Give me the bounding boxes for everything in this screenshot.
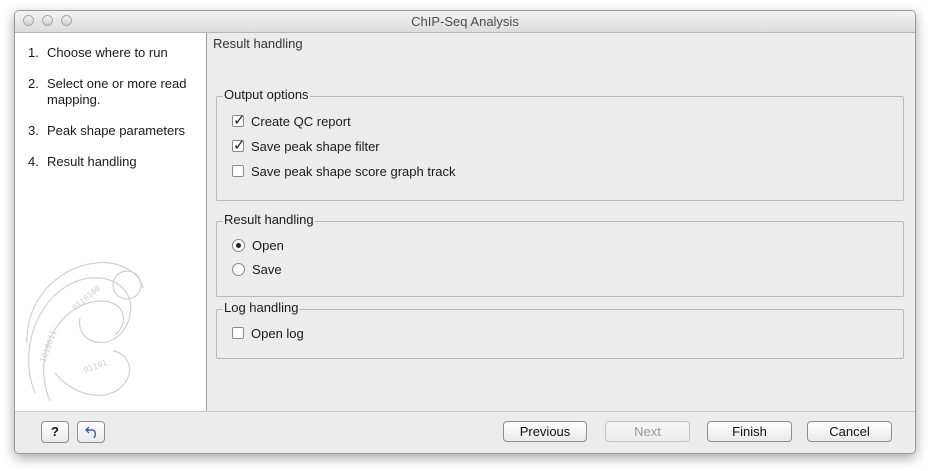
create-qc-report-checkbox[interactable] bbox=[232, 111, 246, 129]
step-label: Result handling bbox=[47, 154, 137, 169]
step-number: 2. bbox=[28, 76, 39, 91]
result-open-radio[interactable] bbox=[232, 238, 245, 252]
step-choose-where-to-run[interactable]: 1. Choose where to run bbox=[28, 45, 203, 61]
create-qc-report-option[interactable]: Create QC report bbox=[232, 111, 351, 130]
main-panel: Result handling Output options Create QC… bbox=[207, 33, 915, 411]
button-bar: ? Previous Next Finish Cancel bbox=[15, 411, 915, 453]
cancel-button[interactable]: Cancel bbox=[807, 421, 892, 442]
group-legend: Log handling bbox=[223, 300, 300, 316]
dna-swirl-watermark-icon: 0110100 1010011 01101 bbox=[26, 261, 144, 402]
step-select-read-mapping[interactable]: 2. Select one or more read mapping. bbox=[28, 76, 203, 108]
save-peak-shape-filter-checkbox[interactable] bbox=[232, 136, 246, 154]
result-save-radio[interactable] bbox=[232, 262, 245, 276]
step-peak-shape-parameters[interactable]: 3. Peak shape parameters bbox=[28, 123, 203, 139]
option-label: Create QC report bbox=[251, 113, 351, 129]
result-save-option[interactable]: Save bbox=[232, 260, 282, 278]
wizard-steps-panel: 1. Choose where to run 2. Select one or … bbox=[15, 33, 207, 411]
group-legend: Result handling bbox=[223, 212, 315, 228]
next-button[interactable]: Next bbox=[605, 421, 690, 442]
save-peak-shape-filter-option[interactable]: Save peak shape filter bbox=[232, 136, 380, 155]
dialog-window: ChIP-Seq Analysis 1. Choose where to run… bbox=[14, 10, 916, 454]
option-label: Save peak shape filter bbox=[251, 138, 380, 154]
step-result-handling[interactable]: 4. Result handling bbox=[28, 154, 203, 170]
step-label: Choose where to run bbox=[47, 45, 168, 60]
svg-text:1010011: 1010011 bbox=[38, 329, 58, 364]
help-button[interactable]: ? bbox=[41, 421, 69, 443]
save-score-graph-track-option[interactable]: Save peak shape score graph track bbox=[232, 162, 456, 180]
step-label: Select one or more read mapping. bbox=[47, 76, 187, 107]
undo-arrow-icon bbox=[85, 426, 97, 439]
open-log-option[interactable]: Open log bbox=[232, 324, 304, 342]
option-label: Open bbox=[252, 237, 284, 253]
svg-text:01101: 01101 bbox=[83, 358, 109, 375]
step-number: 3. bbox=[28, 123, 39, 138]
step-label: Peak shape parameters bbox=[47, 123, 186, 138]
save-score-graph-track-checkbox[interactable] bbox=[232, 165, 244, 177]
window-title: ChIP-Seq Analysis bbox=[411, 14, 519, 29]
group-legend: Output options bbox=[223, 87, 310, 103]
svg-text:0110100: 0110100 bbox=[71, 284, 103, 313]
page-title: Result handling bbox=[213, 36, 303, 51]
reset-button[interactable] bbox=[77, 421, 105, 443]
option-label: Open log bbox=[251, 325, 304, 341]
step-number: 4. bbox=[28, 154, 39, 169]
finish-button[interactable]: Finish bbox=[707, 421, 792, 442]
open-log-checkbox[interactable] bbox=[232, 327, 244, 339]
result-handling-group: Result handling Open Save bbox=[216, 212, 904, 297]
option-label: Save bbox=[252, 261, 282, 277]
result-open-option[interactable]: Open bbox=[232, 236, 284, 254]
previous-button[interactable]: Previous bbox=[503, 421, 587, 442]
output-options-group: Output options Create QC report Save pea… bbox=[216, 87, 904, 201]
option-label: Save peak shape score graph track bbox=[251, 163, 456, 179]
step-number: 1. bbox=[28, 45, 39, 60]
log-handling-group: Log handling Open log bbox=[216, 300, 904, 359]
title-bar: ChIP-Seq Analysis bbox=[15, 11, 915, 33]
